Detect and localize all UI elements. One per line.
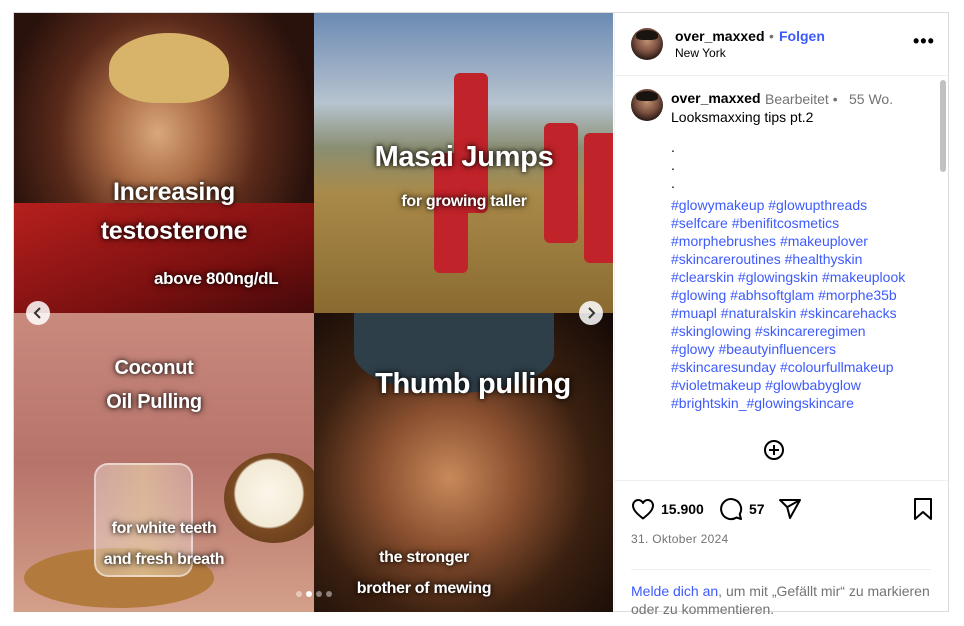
follow-button[interactable]: Folgen (779, 28, 825, 44)
hashtag-line[interactable]: #clearskin #glowingskin #makeuplook (671, 268, 905, 286)
share-icon[interactable] (778, 497, 802, 521)
hashtag-line[interactable]: #glowing #abhsoftglam #morphe35b (671, 286, 905, 304)
panel-subtitle: above 800ng/dL (154, 269, 279, 288)
like-count[interactable]: 15.900 (661, 501, 704, 517)
edited-label: Bearbeitet • (765, 91, 838, 107)
slide-dot (296, 591, 302, 597)
hashtag-line[interactable]: #muapl #naturalskin #skincarehacks (671, 304, 905, 322)
panel-title: Increasing testosterone (100, 178, 248, 245)
avatar[interactable] (631, 28, 663, 60)
panel-title: Masai Jumps (374, 141, 554, 173)
post-sidebar: over_maxxed • Folgen New York ••• over_m… (614, 13, 950, 617)
heart-icon[interactable] (631, 498, 655, 520)
avatar[interactable] (631, 89, 663, 121)
post-card: Increasing testosterone above 800ng/dL M… (13, 12, 950, 617)
more-options-icon[interactable]: ••• (913, 31, 935, 52)
panel-title: Coconut Oil Pulling (106, 357, 202, 413)
hashtag-line[interactable]: #skincaresunday #colourfullmakeup (671, 358, 905, 376)
hashtag-line[interactable]: #glowy #beautyinfluencers (671, 340, 905, 358)
chevron-right-icon (588, 307, 596, 319)
location-link[interactable]: New York (675, 46, 726, 60)
post-header: over_maxxed • Folgen New York ••• (615, 13, 950, 76)
chevron-left-icon (33, 307, 41, 319)
panel-subtitle: for white teeth and fresh breath (103, 520, 225, 568)
slide-dot (326, 591, 332, 597)
username-link[interactable]: over_maxxed (675, 28, 765, 44)
load-more-comments-icon[interactable] (764, 440, 784, 460)
bookmark-icon[interactable] (913, 497, 933, 521)
hashtag-line[interactable]: #violetmakeup #glowbabyglow (671, 376, 905, 394)
login-link[interactable]: Melde dich an (631, 583, 718, 599)
next-slide-button[interactable] (579, 301, 603, 325)
separator-dot: • (769, 28, 774, 44)
panel-coconut-oil: Coconut Oil Pulling for white teeth and … (14, 313, 314, 612)
hashtag-line[interactable]: #morphebrushes #makeuplover (671, 232, 905, 250)
caption-username[interactable]: over_maxxed (671, 90, 761, 106)
slide-dot (316, 591, 322, 597)
caption-dots: . . . (671, 139, 675, 191)
caption-area: over_maxxed Bearbeitet • 55 Wo. Looksmax… (615, 76, 950, 480)
hashtag-line[interactable]: #selfcare #benifitcosmetics (671, 214, 905, 232)
login-prompt: Melde dich an, um mit „Gefällt mir“ zu m… (631, 569, 931, 618)
scrollbar[interactable] (939, 80, 947, 476)
panel-subtitle: the stronger brother of mewing (356, 549, 492, 597)
post-media[interactable]: Increasing testosterone above 800ng/dL M… (14, 13, 613, 612)
post-age[interactable]: 55 Wo. (849, 91, 893, 107)
previous-slide-button[interactable] (26, 301, 50, 325)
slide-dot-active (306, 591, 312, 597)
panel-masai-jumps: Masai Jumps for growing taller (314, 13, 613, 313)
hashtag-line[interactable]: #skinglowing #skincareregimen (671, 322, 905, 340)
panel-testosterone: Increasing testosterone above 800ng/dL (14, 13, 314, 313)
hashtag-list: #glowymakeup #glowupthreads #selfcare #b… (671, 196, 905, 412)
hashtag-line[interactable]: #brightskin_#glowingskincare (671, 394, 905, 412)
comment-count[interactable]: 57 (749, 501, 765, 517)
panel-subtitle: for growing taller (401, 193, 527, 210)
hashtag-line[interactable]: #skincareroutines #healthyskin (671, 250, 905, 268)
panel-title: Thumb pulling (375, 368, 571, 400)
caption-text: Looksmaxxing tips pt.2 (671, 109, 814, 125)
scrollbar-thumb[interactable] (940, 80, 946, 172)
comment-icon[interactable] (719, 497, 743, 521)
slide-indicator (296, 591, 332, 597)
panel-thumb-pulling: Thumb pulling the stronger brother of me… (314, 313, 613, 612)
hashtag-line[interactable]: #glowymakeup #glowupthreads (671, 196, 905, 214)
post-date[interactable]: 31. Oktober 2024 (631, 532, 729, 546)
post-actions: 15.900 57 31. Oktober 2024 Melde dich an… (615, 480, 950, 617)
